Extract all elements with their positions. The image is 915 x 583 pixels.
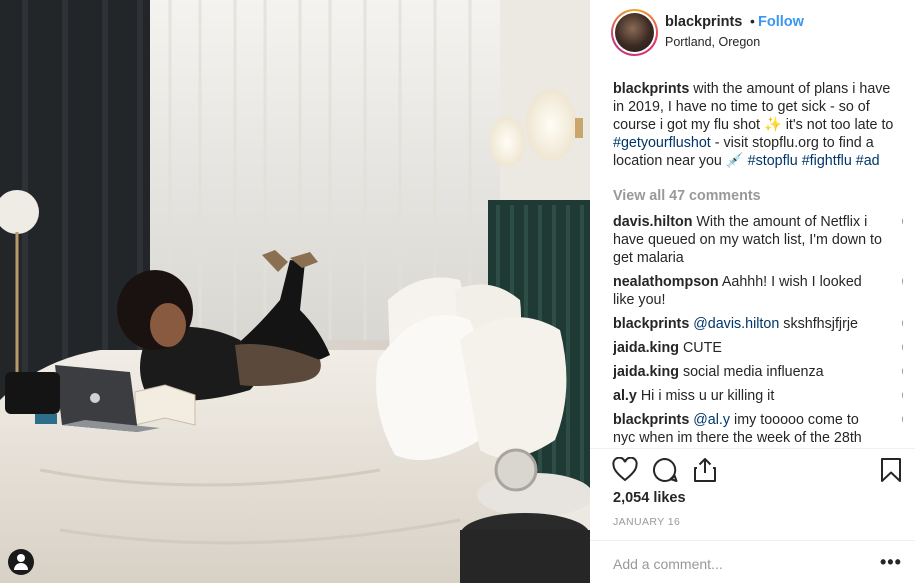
comment-username[interactable]: jaida.king bbox=[613, 340, 679, 356]
view-all-comments-link[interactable]: View all 47 comments bbox=[613, 187, 903, 205]
comment-username[interactable]: nealathompson bbox=[613, 274, 719, 290]
comment-text: CUTE bbox=[682, 340, 722, 356]
comment-item: jaida.king CUTE bbox=[613, 339, 903, 357]
hashtag-link[interactable]: #getyourflushot bbox=[613, 135, 711, 151]
action-bar bbox=[590, 452, 915, 490]
post-date: JANUARY 16 bbox=[613, 516, 681, 528]
heart-icon[interactable] bbox=[902, 278, 903, 290]
heart-icon[interactable] bbox=[902, 416, 903, 428]
comment-username[interactable]: blackprints bbox=[613, 316, 689, 332]
comment-item: al.y Hi i miss u ur killing it bbox=[613, 387, 903, 405]
likes-count[interactable]: 2,054 likes bbox=[613, 490, 686, 506]
heart-icon[interactable] bbox=[902, 368, 903, 380]
comment-item: jaida.king social media influenza bbox=[613, 363, 903, 381]
divider bbox=[590, 448, 915, 449]
share-icon[interactable] bbox=[692, 457, 718, 483]
comment-item: blackprints @al.y imy tooooo come to nyc… bbox=[613, 411, 903, 447]
comment-item: davis.hilton With the amount of Netflix … bbox=[613, 213, 903, 267]
separator-dot: • bbox=[750, 13, 755, 29]
post-caption: blackprints with the amount of plans i h… bbox=[613, 80, 901, 170]
bookmark-icon[interactable] bbox=[878, 457, 904, 483]
comment-username[interactable]: davis.hilton bbox=[613, 214, 692, 230]
heart-icon[interactable] bbox=[902, 392, 903, 404]
comment-text: Hi i miss u ur killing it bbox=[640, 388, 775, 404]
comment-username[interactable]: al.y bbox=[613, 388, 637, 404]
follow-button[interactable]: Follow bbox=[758, 14, 804, 30]
mention-link[interactable]: @davis.hilton bbox=[693, 316, 779, 332]
caption-username[interactable]: blackprints bbox=[613, 81, 689, 97]
add-comment-input[interactable] bbox=[613, 556, 863, 572]
hashtag-link[interactable]: #ad bbox=[856, 153, 880, 169]
post-image bbox=[0, 0, 590, 583]
hashtag-link[interactable]: #stopflu bbox=[748, 153, 798, 169]
heart-icon[interactable] bbox=[902, 320, 903, 332]
comment-text: skshfhsjfjrje bbox=[783, 316, 858, 332]
comment-username[interactable]: jaida.king bbox=[613, 364, 679, 380]
comment-item: nealathompson Aahhh! I wish I looked lik… bbox=[613, 273, 903, 309]
more-options-icon[interactable]: ••• bbox=[880, 552, 902, 573]
heart-icon[interactable] bbox=[902, 218, 903, 230]
comment-icon[interactable] bbox=[652, 457, 678, 483]
hashtag-link[interactable]: #fightflu bbox=[802, 153, 852, 169]
comment-username[interactable]: blackprints bbox=[613, 412, 689, 428]
post-header: blackprints • Follow Portland, Oregon bbox=[590, 0, 915, 72]
post-side-panel: blackprints • Follow Portland, Oregon bl… bbox=[590, 0, 915, 583]
user-tag-icon[interactable] bbox=[8, 549, 34, 575]
comment-text: social media influenza bbox=[682, 364, 824, 380]
comment-item: blackprints @davis.hilton skshfhsjfjrje bbox=[613, 315, 903, 333]
post-location[interactable]: Portland, Oregon bbox=[665, 35, 760, 49]
heart-icon[interactable] bbox=[612, 457, 638, 483]
mention-link[interactable]: @al.y bbox=[693, 412, 730, 428]
divider bbox=[590, 540, 915, 541]
avatar[interactable] bbox=[611, 9, 658, 56]
post-photo[interactable] bbox=[0, 0, 590, 583]
comments-area[interactable]: blackprints with the amount of plans i h… bbox=[613, 80, 903, 448]
heart-icon[interactable] bbox=[902, 344, 903, 356]
post-username[interactable]: blackprints bbox=[665, 14, 742, 30]
